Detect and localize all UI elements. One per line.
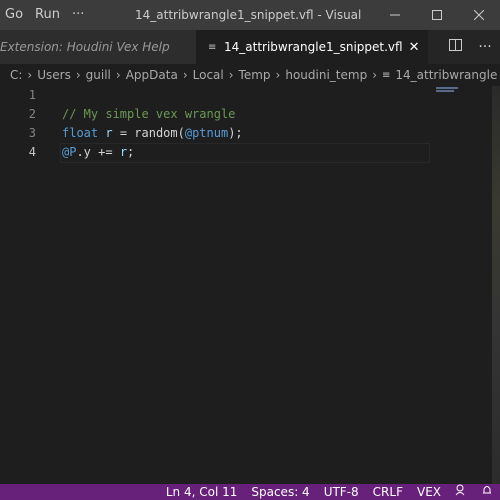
chevron-right-icon: › — [75, 68, 81, 82]
line-number: 3 — [28, 126, 36, 140]
menu-bar: Go Run ··· — [0, 0, 90, 30]
more-actions-button[interactable]: ··· — [470, 39, 500, 55]
close-tab-icon[interactable]: ✕ — [409, 40, 420, 55]
chevron-right-icon: › — [228, 68, 234, 82]
title-bar: Go Run ··· 14_attribwrangle1_snippet.vfl… — [0, 0, 500, 30]
breadcrumb-item[interactable]: Temp — [239, 68, 271, 82]
breadcrumb: C: › Users › guill › AppData › Local › T… — [0, 64, 500, 86]
chevron-right-icon: › — [372, 68, 377, 82]
code-token-plain: = random( — [112, 126, 185, 140]
cursor-position[interactable]: Ln 4, Col 11 — [159, 484, 245, 500]
breadcrumb-item[interactable]: 14_attribwrangle — [395, 68, 497, 82]
code-token-var: r — [119, 145, 128, 159]
code-token-comment: // My simple vex wrangle — [62, 107, 236, 121]
code-token-var: r — [105, 126, 113, 140]
minimap-line — [436, 90, 454, 92]
code-token-attr: @ptnum — [184, 126, 229, 140]
code-line[interactable] — [62, 86, 243, 105]
tab-vfl-file[interactable]: ≡ 14_attribwrangle1_snippet.vfl ✕ — [196, 30, 428, 64]
maximize-icon — [432, 10, 442, 20]
minimize-button[interactable] — [374, 0, 416, 30]
split-editor-button[interactable] — [440, 39, 470, 55]
menu-go[interactable]: Go — [0, 0, 29, 30]
file-lines-icon: ≡ — [382, 69, 391, 81]
code-line[interactable]: @P.y += r; — [62, 143, 243, 162]
tab-bar: Extension: Houdini Vex Help ≡ 14_attribw… — [0, 30, 500, 64]
maximize-button[interactable] — [416, 0, 458, 30]
bell-icon[interactable] — [474, 484, 500, 500]
code-editor[interactable]: 1 2 3 4 // My simple vex wrangle float r … — [0, 86, 500, 484]
background-window-edge — [492, 86, 500, 484]
breadcrumb-item[interactable]: AppData — [126, 68, 178, 82]
editor-actions: ··· — [440, 30, 500, 64]
breadcrumb-item[interactable]: houdini_temp — [285, 68, 367, 82]
code-line[interactable]: // My simple vex wrangle — [62, 105, 243, 124]
code-token-attr: @P — [62, 145, 77, 159]
tab-extension-houdini-vex-help[interactable]: Extension: Houdini Vex Help — [0, 30, 196, 64]
tab-label: 14_attribwrangle1_snippet.vfl — [224, 40, 403, 54]
language-mode[interactable]: VEX — [410, 484, 448, 500]
code-line[interactable]: float r = random(@ptnum); — [62, 124, 243, 143]
menu-more[interactable]: ··· — [66, 0, 90, 30]
line-number-gutter: 1 2 3 4 — [0, 86, 40, 162]
chevron-right-icon: › — [115, 68, 121, 82]
end-of-line[interactable]: CRLF — [366, 484, 410, 500]
split-editor-icon — [448, 39, 462, 51]
breadcrumb-item[interactable]: Users — [37, 68, 71, 82]
window-controls — [374, 0, 500, 30]
code-token-plain: ; — [127, 145, 135, 159]
chevron-right-icon: › — [27, 68, 33, 82]
feedback-icon[interactable] — [448, 484, 474, 500]
chevron-right-icon: › — [182, 68, 188, 82]
tab-label: Extension: Houdini Vex Help — [0, 40, 170, 54]
code-token-plain: ); — [228, 126, 243, 140]
code-token-type: float — [62, 126, 99, 140]
breadcrumb-item[interactable]: Local — [193, 68, 224, 82]
window-title: 14_attribwrangle1_snippet.vfl - Visual S… — [135, 8, 365, 22]
file-lines-icon: ≡ — [208, 42, 217, 53]
minimap[interactable] — [436, 86, 492, 96]
status-bar: Ln 4, Col 11 Spaces: 4 UTF-8 CRLF VEX — [0, 484, 500, 500]
line-number: 2 — [28, 107, 36, 121]
breadcrumb-item[interactable]: C: — [10, 68, 22, 82]
indentation[interactable]: Spaces: 4 — [244, 484, 316, 500]
breadcrumb-item[interactable]: guill — [86, 68, 111, 82]
menu-run[interactable]: Run — [29, 0, 66, 30]
chevron-right-icon: › — [275, 68, 281, 82]
code-lines[interactable]: // My simple vex wrangle float r = random… — [62, 86, 243, 162]
minimap-line — [436, 87, 458, 89]
close-window-button[interactable] — [458, 0, 500, 30]
minimize-icon — [390, 14, 400, 16]
line-number: 1 — [28, 88, 36, 102]
code-token-plain: .y += — [76, 145, 120, 159]
encoding[interactable]: UTF-8 — [317, 484, 366, 500]
line-number: 4 — [28, 145, 36, 159]
close-icon — [474, 10, 484, 20]
